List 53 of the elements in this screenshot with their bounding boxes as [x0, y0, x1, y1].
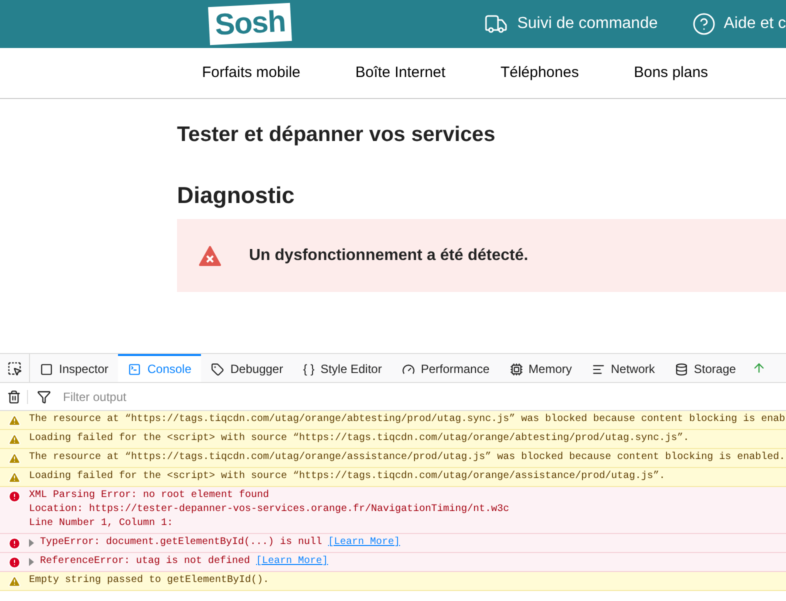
- warning-icon: [8, 471, 21, 484]
- logo[interactable]: Sosh: [208, 2, 292, 46]
- warning-icon: [8, 414, 21, 427]
- nav-link[interactable]: Forfaits mobile: [202, 62, 300, 84]
- message-text: Empty string passed to getElementById().: [29, 574, 270, 588]
- expand-arrow-icon[interactable]: [29, 558, 34, 566]
- nav-link[interactable]: Bons plans: [634, 62, 708, 84]
- nav-link[interactable]: Boîte Internet: [355, 62, 446, 84]
- network-icon: [592, 362, 605, 376]
- devtools-tab[interactable]: { } Style Editor: [293, 354, 392, 382]
- devtools-tab[interactable]: Memory: [500, 354, 582, 382]
- error-icon: [8, 490, 21, 503]
- message-text: The resource at “https://tags.tiqcdn.com/utag/orange/assistance/prod/utag.js” was blocked because content blocking is enabled.: [29, 451, 786, 465]
- header-link[interactable]: Suivi de commande: [483, 12, 658, 36]
- console-icon: [128, 362, 142, 376]
- filter-field[interactable]: Filter output: [63, 388, 786, 406]
- warning-icon: [8, 452, 21, 465]
- error-icon: [199, 246, 221, 266]
- message-text: Loading failed for the <script> with source “https://tags.tiqcdn.com/utag/orange/abtesting/prod/utag.sync.js”.: [29, 432, 690, 446]
- memory-icon: [510, 362, 523, 376]
- message-text: ReferenceError: utag is not defined: [40, 555, 250, 569]
- trash-icon[interactable]: [6, 390, 20, 404]
- arrow-icon[interactable]: [752, 361, 766, 375]
- message-text: XML Parsing Error: no root element found: [29, 489, 270, 503]
- section-title: Diagnostic: [177, 181, 296, 209]
- message-text: Loading failed for the <script> with source “https://tags.tiqcdn.com/utag/orange/assistance/prod/utag.js”.: [29, 470, 666, 484]
- debugger-icon: [211, 362, 224, 376]
- header-link[interactable]: Aide et c: [692, 12, 786, 36]
- nav-link[interactable]: Téléphones: [500, 62, 579, 84]
- braces-icon: { }: [303, 360, 314, 378]
- devtools-tab[interactable]: Debugger: [201, 354, 294, 382]
- devtools-tab[interactable]: Performance: [392, 354, 500, 382]
- devtools-tab[interactable]: Storage: [664, 354, 746, 382]
- filter-icon: [37, 390, 51, 404]
- alert-text: Un dysfonctionnement a été détecté.: [249, 246, 528, 266]
- expand-arrow-icon[interactable]: [29, 539, 34, 547]
- message-text: Location: https://tester-depanner-vos-services.orange.fr/NavigationTiming/nt.w3c: [29, 503, 510, 517]
- page-title: Tester et dépanner vos services: [177, 122, 496, 148]
- error-icon: [8, 556, 21, 569]
- devtools-tab[interactable]: Inspector: [30, 354, 118, 382]
- inspector-icon: [40, 362, 53, 376]
- pick-element-icon[interactable]: [7, 360, 22, 376]
- devtools-tab[interactable]: Network: [582, 354, 665, 382]
- warning-icon: [8, 433, 21, 446]
- devtools-tab[interactable]: Console: [118, 354, 202, 382]
- message-text: The resource at “https://tags.tiqcdn.com/utag/orange/abtesting/prod/utag.sync.js” was blocked because content blocking is enab: [29, 413, 786, 427]
- performance-icon: [402, 362, 415, 376]
- help-icon: [692, 12, 716, 36]
- warning-icon: [8, 575, 21, 588]
- message-text: Line Number 1, Column 1:: [29, 517, 174, 531]
- storage-icon: [674, 362, 688, 376]
- message-text: TypeError: document.getElementById(...) is null: [40, 536, 322, 550]
- error-icon: [8, 537, 21, 550]
